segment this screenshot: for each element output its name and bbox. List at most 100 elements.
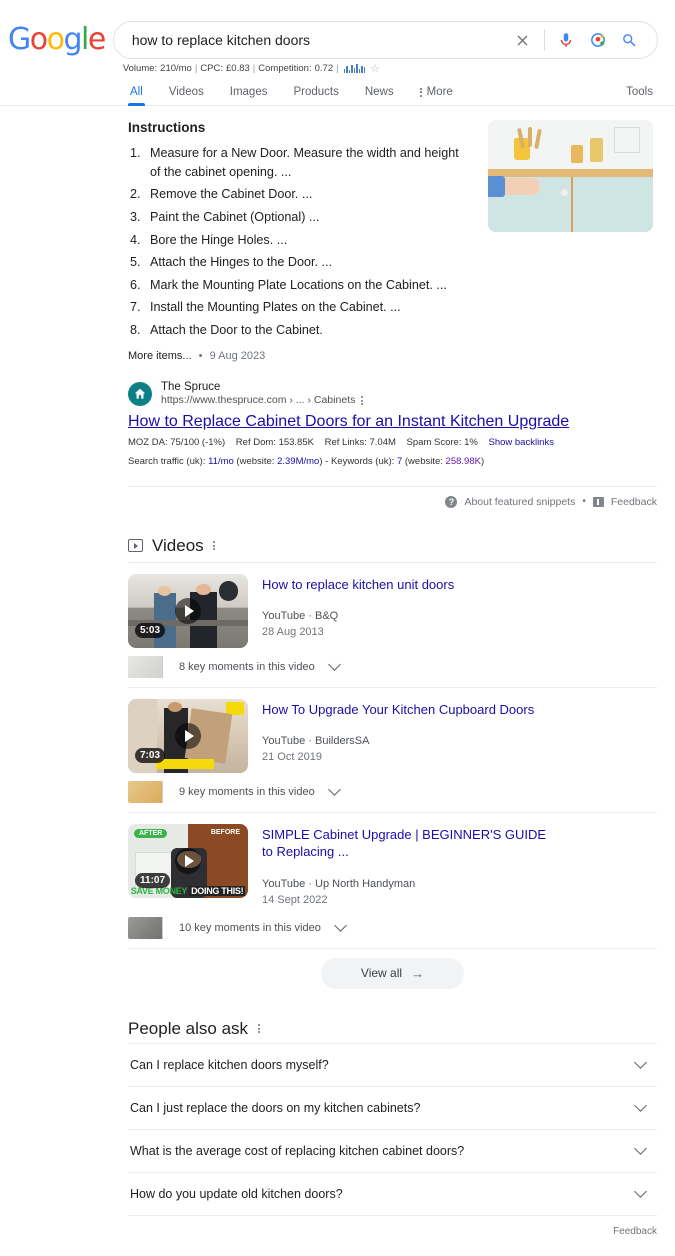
- featured-snippet-footer: ? About featured snippets • Feedback: [128, 485, 657, 512]
- chevron-down-icon: [333, 919, 347, 933]
- instruction-step: Bore the Hinge Holes. ...: [130, 231, 288, 249]
- tab-images-label: Images: [229, 86, 268, 98]
- video-duration: 7:03: [135, 747, 166, 763]
- result-url-row: https://www.thespruce.com › ... › Cabine…: [161, 394, 364, 408]
- video-thumbnail[interactable]: 7:03: [128, 698, 248, 773]
- moz-spam-value: 1%: [464, 437, 478, 449]
- traffic-label: Search traffic (uk):: [128, 456, 206, 468]
- videos-header: Videos: [128, 536, 657, 556]
- search-box[interactable]: [112, 21, 658, 59]
- instruction-step: Attach the Hinges to the Door. ...: [130, 253, 333, 271]
- search-nav-tabs: All Videos Images Products News More Too…: [0, 80, 675, 106]
- chevron-down-icon: [327, 658, 341, 672]
- paa-footer: Feedback: [128, 1214, 657, 1239]
- tools-button[interactable]: Tools: [626, 86, 653, 98]
- show-backlinks-link[interactable]: Show backlinks: [488, 437, 553, 448]
- paa-question-row[interactable]: Can I just replace the doors on my kitch…: [128, 1085, 657, 1129]
- paa-question-row[interactable]: How do you update old kitchen doors?: [128, 1171, 657, 1215]
- instruction-step: Remove the Cabinet Door. ...: [130, 185, 313, 203]
- more-dots-icon: [419, 87, 422, 97]
- video-title-link[interactable]: SIMPLE Cabinet Upgrade | BEGINNER'S GUID…: [262, 826, 552, 861]
- search-input[interactable]: [131, 32, 508, 48]
- search-area: Volume: 210/mo | CPC: £0.83 | Competitio…: [112, 21, 658, 75]
- video-thumbnail[interactable]: AFTER BEFORE SAVE MONEY DOING THIS! 11:0…: [128, 823, 248, 898]
- result-site-block: The Spruce https://www.thespruce.com › .…: [161, 380, 364, 408]
- video-title-link[interactable]: How to replace kitchen unit doors: [262, 576, 454, 594]
- keywords-site-value: 258.98K: [445, 456, 481, 468]
- storage-jar: [590, 137, 604, 162]
- traffic-site-open: (website:: [236, 456, 275, 468]
- keywords-value: 7: [396, 456, 403, 468]
- paa-header: People also ask: [128, 1019, 657, 1039]
- more-items-link[interactable]: More items...: [128, 350, 192, 362]
- result-options-icon[interactable]: [361, 396, 364, 406]
- key-moments-toggle[interactable]: 9 key moments in this video: [128, 780, 657, 812]
- paa-question-row[interactable]: Can I replace kitchen doors myself?: [128, 1042, 657, 1086]
- chevron-down-icon: [634, 1142, 647, 1156]
- tab-all[interactable]: All: [128, 86, 145, 106]
- tab-images[interactable]: Images: [230, 86, 268, 105]
- play-icon[interactable]: [175, 722, 201, 749]
- seo-cpc-label: CPC:: [200, 63, 224, 74]
- video-row: 7:03 How To Upgrade Your Kitchen Cupboar…: [128, 698, 657, 773]
- tab-products[interactable]: Products: [293, 86, 338, 105]
- result-title-link[interactable]: How to Replace Cabinet Doors for an Inst…: [128, 412, 657, 433]
- paa-feedback-link[interactable]: Feedback: [613, 1226, 657, 1237]
- more-items-row: More items... • 9 Aug 2023: [128, 350, 657, 362]
- key-moments-toggle[interactable]: 8 key moments in this video: [128, 655, 657, 687]
- traffic-site-value: 2.39M/mo: [277, 456, 320, 468]
- utensil: [527, 126, 532, 147]
- separator-dot: •: [198, 349, 203, 362]
- key-moments-toggle[interactable]: 10 key moments in this video: [128, 916, 657, 948]
- view-all-wrapper: View all →: [128, 947, 657, 989]
- before-tag: BEFORE: [210, 828, 240, 836]
- traffic-value: 11/mo: [208, 456, 234, 468]
- search-icon[interactable]: [615, 25, 645, 55]
- play-icon[interactable]: [175, 597, 201, 624]
- paa-options-icon[interactable]: [258, 1024, 261, 1034]
- keywords-label: Keywords (uk):: [330, 456, 395, 468]
- instruction-step: Paint the Cabinet (Optional) ...: [130, 208, 320, 226]
- dash: -: [325, 456, 329, 468]
- about-featured-snippets-link[interactable]: About featured snippets: [464, 496, 575, 508]
- snippet-feedback-link[interactable]: Feedback: [611, 496, 657, 508]
- tab-more[interactable]: More: [419, 86, 453, 105]
- video-source: YouTube · Up North Handyman: [262, 877, 416, 890]
- google-logo[interactable]: Google: [8, 22, 106, 57]
- feedback-icon[interactable]: [592, 496, 604, 507]
- video-item: AFTER BEFORE SAVE MONEY DOING THIS! 11:0…: [128, 811, 657, 948]
- microphone-icon[interactable]: [551, 25, 581, 55]
- view-all-videos-button[interactable]: View all →: [320, 957, 465, 989]
- tab-news[interactable]: News: [365, 86, 394, 105]
- paa-title: People also ask: [128, 1018, 249, 1038]
- storage-jar: [570, 144, 583, 163]
- close-icon[interactable]: [508, 25, 538, 55]
- paren-close-2: ): [480, 456, 485, 468]
- chevron-down-icon: [634, 1056, 647, 1070]
- video-duration: 5:03: [135, 622, 166, 638]
- paa-question: Can I just replace the doors on my kitch…: [130, 1100, 421, 1115]
- featured-snippet: Instructions Measure for a New Door. Mea…: [128, 106, 657, 362]
- videos-options-icon[interactable]: [212, 541, 215, 551]
- play-icon[interactable]: [175, 847, 201, 874]
- google-lens-icon[interactable]: [583, 25, 613, 55]
- video-thumbnail[interactable]: 5:03: [128, 573, 248, 648]
- chevron-down-icon: [634, 1099, 647, 1113]
- video-meta: How To Upgrade Your Kitchen Cupboard Doo…: [262, 699, 534, 773]
- video-duration: 11:07: [135, 872, 171, 888]
- paa-question-row[interactable]: What is the average cost of replacing ki…: [128, 1128, 657, 1172]
- video-title-link[interactable]: How To Upgrade Your Kitchen Cupboard Doo…: [262, 701, 534, 719]
- thespruce-favicon-icon: [128, 381, 152, 406]
- seo-trend-chart-icon[interactable]: [343, 64, 366, 73]
- tab-more-label: More: [426, 86, 453, 98]
- help-icon[interactable]: ?: [445, 495, 458, 508]
- chevron-down-icon: [634, 1185, 647, 1199]
- tab-videos[interactable]: Videos: [169, 86, 204, 105]
- after-tag: AFTER: [134, 828, 168, 838]
- videos-section: Videos 5:03 How to replace kitchen unit …: [128, 536, 657, 989]
- tab-videos-label: Videos: [168, 86, 204, 98]
- instruction-step: Attach the Door to the Cabinet.: [130, 321, 323, 339]
- video-meta: How to replace kitchen unit doors YouTub…: [262, 574, 454, 648]
- featured-snippet-image[interactable]: [488, 120, 653, 232]
- star-icon[interactable]: ☆: [370, 62, 380, 75]
